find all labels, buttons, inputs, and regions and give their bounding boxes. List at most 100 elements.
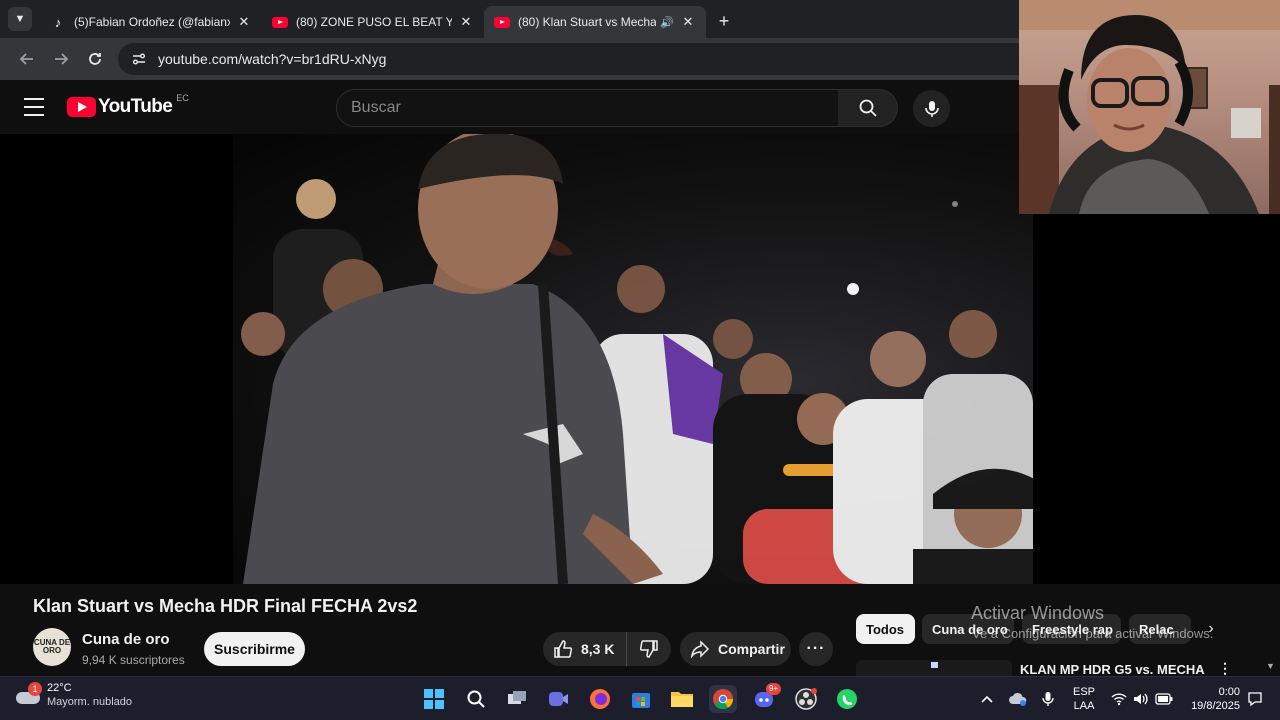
notifications-icon[interactable] [1244, 685, 1266, 713]
speaker-icon[interactable]: 🔊 [660, 16, 674, 29]
channel-name[interactable]: Cuna de oro [82, 631, 170, 648]
weather-temperature: 22°C [47, 682, 72, 694]
language-code: ESP [1073, 686, 1096, 698]
whatsapp-icon [837, 689, 857, 709]
teams-meet-app[interactable] [544, 685, 572, 713]
arrow-left-icon [19, 53, 33, 65]
youtube-icon [272, 14, 288, 30]
scroll-down-icon[interactable]: ▼ [1266, 661, 1275, 671]
firefox-icon [590, 689, 610, 709]
youtube-icon [494, 14, 510, 30]
address-bar[interactable]: youtube.com/watch?v=br1dRU-xNyg [118, 43, 1098, 75]
clock-date: 19/8/2025 [1191, 700, 1240, 712]
file-explorer-app[interactable] [668, 685, 696, 713]
site-info-icon[interactable] [128, 48, 150, 70]
logo-wordmark: YouTube [98, 96, 173, 117]
share-button[interactable]: Compartir [680, 632, 791, 666]
folder-icon [671, 692, 693, 707]
task-view-icon [508, 691, 526, 704]
url-text: youtube.com/watch?v=br1dRU-xNyg [158, 51, 387, 67]
cloud-sync-icon[interactable] [1005, 685, 1031, 713]
back-button[interactable] [10, 42, 44, 76]
windows-logo-icon [424, 689, 444, 709]
chip-all[interactable]: Todos [856, 614, 915, 644]
tab-title: (5)Fabian Ordoñez (@fabianxp8 [74, 15, 230, 29]
search-button[interactable] [838, 89, 898, 127]
search-input[interactable]: Buscar [336, 89, 839, 127]
weather-badge: 1 [28, 682, 42, 696]
reload-button[interactable] [78, 42, 112, 76]
like-dislike-group: 8,3 K [543, 632, 671, 666]
chrome-app[interactable] [709, 685, 737, 713]
recommended-thumbnail[interactable] [856, 660, 1012, 676]
thumbs-up-icon [554, 640, 573, 658]
close-icon[interactable]: ✕ [458, 14, 474, 30]
video-title: Klan Stuart vs Mecha HDR Final FECHA 2vs… [33, 596, 418, 616]
tab-search-button[interactable]: ▼ [8, 7, 32, 31]
whatsapp-app[interactable] [833, 685, 861, 713]
like-button[interactable]: 8,3 K [543, 632, 627, 666]
discord-app[interactable]: 9+ [751, 683, 782, 713]
subscriber-count: 9,94 K suscriptores [82, 653, 185, 667]
weather-description: Mayorm. nublado [47, 696, 132, 708]
plus-icon: + [718, 10, 730, 31]
windows-taskbar: 1 22°C Mayorm. nublado 9+ ESP LAA 0:00 1… [0, 676, 1280, 720]
menu-icon[interactable] [22, 96, 46, 118]
system-clock[interactable]: 0:00 19/8/2025 [1186, 685, 1240, 713]
avatar-logo-text: CUNA DE ORO [33, 638, 71, 655]
share-icon [690, 640, 710, 658]
microsoft-store-app[interactable] [627, 685, 655, 713]
dislike-button[interactable] [627, 632, 671, 666]
chip-freestyle[interactable]: Freestyle rap [1022, 614, 1121, 644]
chrome-icon [713, 689, 734, 710]
youtube-logo[interactable]: YouTube EC [67, 93, 189, 118]
chevron-right-icon[interactable]: › [1196, 614, 1226, 644]
search-icon [467, 690, 485, 708]
webcam-overlay [1019, 0, 1280, 214]
microphone-icon[interactable] [1036, 685, 1060, 713]
more-vertical-icon[interactable]: ⋮ [1218, 660, 1232, 677]
close-icon[interactable]: ✕ [680, 14, 696, 30]
like-count: 8,3 K [581, 641, 615, 657]
subscribe-button[interactable]: Suscribirme [204, 632, 305, 666]
tab-klan-video[interactable]: (80) Klan Stuart vs Mecha HD 🔊 ✕ [484, 6, 706, 38]
tab-tiktok[interactable]: ♪ (5)Fabian Ordoñez (@fabianxp8 ✕ [40, 6, 262, 38]
chevron-down-icon: ▼ [14, 13, 26, 25]
video-frame[interactable] [233, 134, 1033, 584]
channel-avatar[interactable]: CUNA DE ORO [33, 628, 71, 666]
youtube-play-icon [67, 97, 96, 117]
firefox-app[interactable] [586, 685, 614, 713]
webcam-scene [1019, 0, 1280, 214]
tab-title: (80) Klan Stuart vs Mecha HD [518, 15, 657, 29]
cloud-icon: 1 [14, 682, 42, 706]
more-horizontal-icon: ··· [806, 640, 826, 657]
chevron-up-icon[interactable] [975, 685, 999, 713]
input-language-indicator[interactable]: ESP LAA [1073, 685, 1095, 713]
obs-app[interactable] [792, 685, 820, 713]
wifi-icon[interactable] [1108, 685, 1130, 713]
store-icon [632, 693, 650, 708]
volume-icon[interactable] [1130, 685, 1152, 713]
tab-zone-video[interactable]: (80) ZONE PUSO EL BEAT Y ELLO ✕ [262, 6, 484, 38]
close-icon[interactable]: ✕ [236, 14, 252, 30]
share-label: Compartir [718, 641, 785, 657]
thumbs-down-icon [639, 640, 658, 658]
battery-icon[interactable] [1152, 685, 1176, 713]
clock-time: 0:00 [1218, 686, 1240, 698]
arrow-right-icon [55, 53, 69, 65]
weather-widget[interactable]: 1 22°C Mayorm. nublado [14, 682, 132, 708]
search-icon [859, 99, 877, 117]
obs-icon [795, 688, 817, 710]
chip-channel[interactable]: Cuna de oro [922, 614, 1014, 644]
taskbar-search-button[interactable] [462, 685, 490, 713]
task-view-button[interactable] [503, 685, 531, 713]
recommended-title[interactable]: KLAN MP HDR G5 vs. MECHA [1020, 662, 1205, 677]
forward-button[interactable] [44, 42, 78, 76]
voice-search-button[interactable] [913, 90, 950, 127]
new-tab-button[interactable]: + [710, 7, 738, 35]
region-code: EC [176, 93, 189, 103]
chip-related[interactable]: Relac [1129, 614, 1191, 644]
more-actions-button[interactable]: ··· [799, 632, 833, 666]
layout-code: LAA [1073, 700, 1095, 712]
start-button[interactable] [420, 685, 448, 713]
